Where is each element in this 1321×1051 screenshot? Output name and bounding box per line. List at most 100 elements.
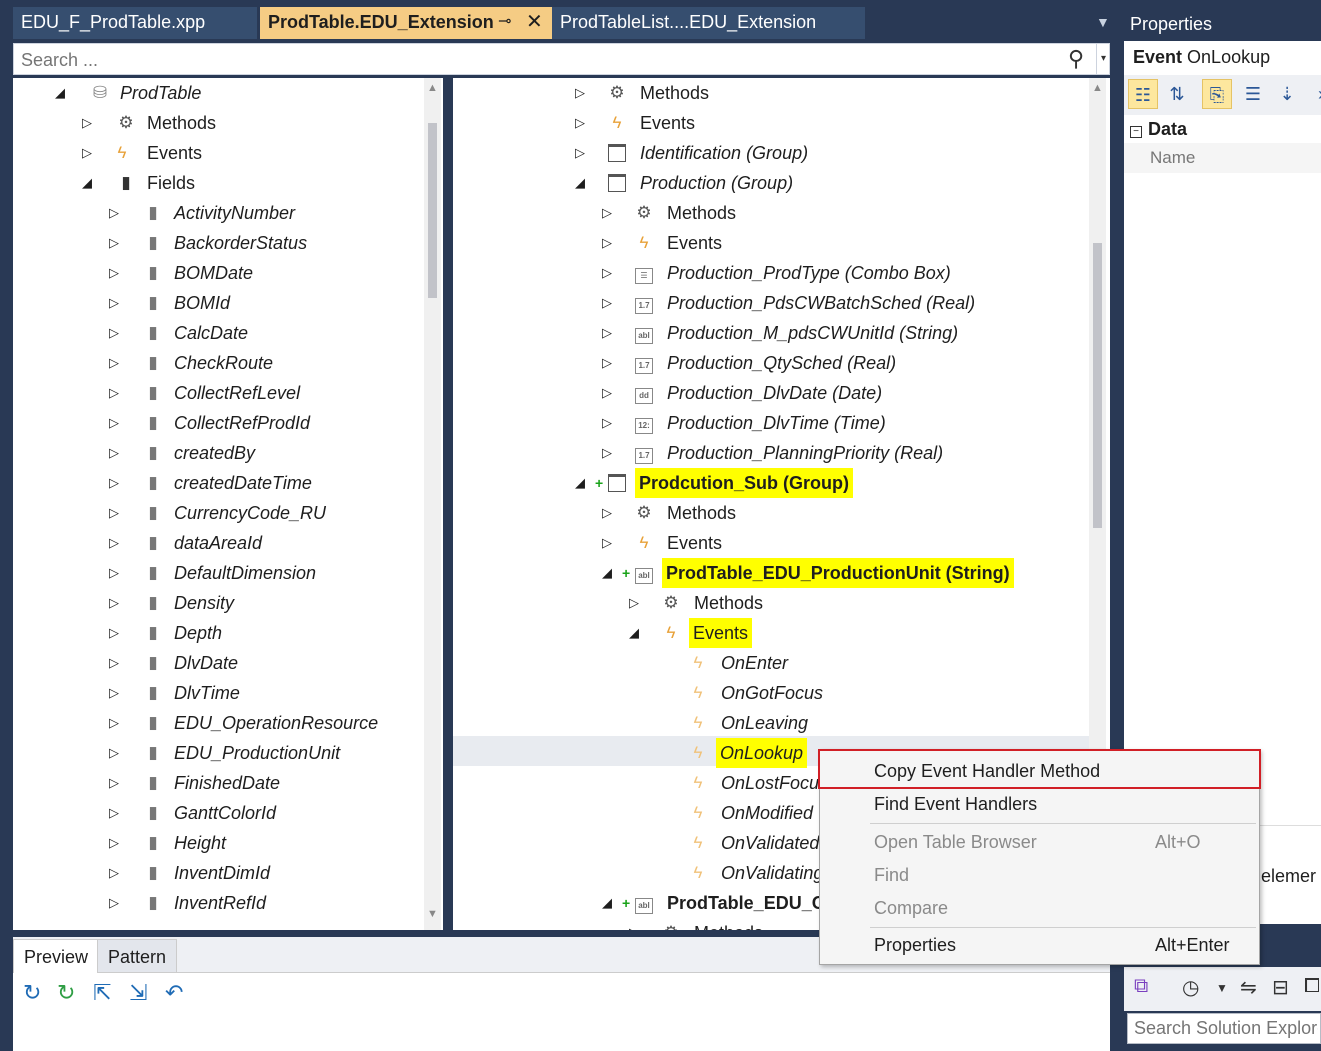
collapsed-arrow-icon[interactable]: ▷ xyxy=(107,438,121,468)
collapsed-arrow-icon[interactable]: ▷ xyxy=(600,498,614,528)
collapsed-arrow-icon[interactable]: ▷ xyxy=(107,708,121,738)
tab-pattern[interactable]: Pattern xyxy=(97,939,178,973)
sync-icon[interactable]: ⇋ xyxy=(1240,975,1257,1000)
collapsed-arrow-icon[interactable]: ▷ xyxy=(80,108,94,138)
property-pages-icon[interactable]: ⎘ xyxy=(1202,79,1232,109)
open-external-icon[interactable]: ⇱ xyxy=(93,980,111,1006)
expanded-arrow-icon[interactable]: ◢ xyxy=(573,468,587,498)
scrollbar-thumb[interactable] xyxy=(1093,243,1102,528)
collapsed-arrow-icon[interactable]: ▷ xyxy=(107,228,121,258)
collapsed-arrow-icon[interactable]: ▷ xyxy=(107,768,121,798)
collapsed-arrow-icon[interactable]: ▷ xyxy=(107,498,121,528)
collapsed-arrow-icon[interactable]: ▷ xyxy=(107,318,121,348)
collapsed-arrow-icon[interactable]: ▷ xyxy=(573,138,587,168)
collapsed-arrow-icon[interactable]: ▷ xyxy=(107,378,121,408)
collapsed-arrow-icon[interactable]: ▷ xyxy=(107,648,121,678)
tab-preview[interactable]: Preview xyxy=(13,939,100,973)
collapsed-arrow-icon[interactable]: ▷ xyxy=(600,228,614,258)
collapsed-arrow-icon[interactable]: ▷ xyxy=(80,138,94,168)
categorized-icon[interactable]: ☷ xyxy=(1128,79,1158,109)
scrollbar-thumb[interactable] xyxy=(428,123,437,298)
collapsed-arrow-icon[interactable]: ▷ xyxy=(627,918,641,930)
menu-item-properties[interactable]: Properties Alt+Enter xyxy=(820,929,1259,961)
tab-overflow-chevron-icon[interactable]: ▼ xyxy=(1096,14,1110,30)
bolt-icon: ϟ xyxy=(612,113,622,132)
collapse-icon[interactable]: − xyxy=(1130,126,1142,138)
collapsed-arrow-icon[interactable]: ▷ xyxy=(107,198,121,228)
collapsed-arrow-icon[interactable]: ▷ xyxy=(107,588,121,618)
collapse-all-icon[interactable]: ⊟ xyxy=(1272,975,1289,1000)
collapsed-arrow-icon[interactable]: ▷ xyxy=(573,108,587,138)
group-icon xyxy=(606,168,628,202)
collapsed-arrow-icon[interactable]: ▷ xyxy=(107,828,121,858)
collapsed-arrow-icon[interactable]: ▷ xyxy=(107,258,121,288)
collapsed-arrow-icon[interactable]: ▷ xyxy=(600,438,614,468)
scroll-up-icon[interactable]: ▲ xyxy=(424,82,441,94)
collapsed-arrow-icon[interactable]: ▷ xyxy=(107,738,121,768)
left-vertical-scrollbar[interactable]: ▲ ▼ xyxy=(424,78,441,930)
collapsed-arrow-icon[interactable]: ▷ xyxy=(600,198,614,228)
collapsed-arrow-icon[interactable]: ▷ xyxy=(107,798,121,828)
collapsed-arrow-icon[interactable]: ▷ xyxy=(107,678,121,708)
menu-item-label: Open Table Browser xyxy=(874,832,1037,852)
tree-node-label: dataAreaId xyxy=(174,533,263,553)
menu-item-shortcut: Alt+O xyxy=(1155,832,1201,852)
event-icon: ϟ xyxy=(693,713,703,732)
visual-studio-icon[interactable]: ⧉ xyxy=(1134,975,1148,998)
tree-node-label: Events xyxy=(667,233,723,253)
expanded-arrow-icon[interactable]: ◢ xyxy=(53,78,67,108)
collapsed-arrow-icon[interactable]: ▷ xyxy=(627,588,641,618)
collapsed-arrow-icon[interactable]: ▷ xyxy=(600,528,614,558)
sync-refresh-icon[interactable]: ↻ xyxy=(57,980,75,1006)
collapsed-arrow-icon[interactable]: ▷ xyxy=(107,888,121,918)
expanded-arrow-icon[interactable]: ◢ xyxy=(600,888,614,918)
search-icon[interactable]: ⚲ xyxy=(1068,46,1084,72)
tree-node-label: CalcDate xyxy=(174,323,249,343)
collapsed-arrow-icon[interactable]: ▷ xyxy=(107,288,121,318)
expanded-arrow-icon[interactable]: ◢ xyxy=(627,618,641,648)
scroll-down-icon[interactable]: ▼ xyxy=(424,908,441,920)
sort-icon[interactable]: ⇣ xyxy=(1272,79,1302,109)
tab-prodtablelist-edu-extension[interactable]: ProdTableList....EDU_Extension xyxy=(552,7,865,39)
collapsed-arrow-icon[interactable]: ▷ xyxy=(600,348,614,378)
alphabetical-sort-icon[interactable]: ⇅ xyxy=(1162,79,1192,109)
search-input[interactable] xyxy=(21,49,1061,71)
collapsed-arrow-icon[interactable]: ▷ xyxy=(107,348,121,378)
tab-prodtable-edu-extension[interactable]: ProdTable.EDU_Extension ⊸ ✕ xyxy=(260,7,552,39)
close-icon[interactable]: ✕ xyxy=(526,7,543,37)
tab-edu-f-prodtable-xpp[interactable]: EDU_F_ProdTable.xpp xyxy=(13,7,257,39)
collapsed-arrow-icon[interactable]: ▷ xyxy=(573,78,587,108)
collapsed-arrow-icon[interactable]: ▷ xyxy=(107,618,121,648)
menu-item-find-event-handlers[interactable]: Find Event Handlers xyxy=(820,788,1259,820)
export-icon[interactable]: ⇲ xyxy=(129,980,147,1006)
collapsed-arrow-icon[interactable]: ▷ xyxy=(107,468,121,498)
collapsed-arrow-icon[interactable]: ▷ xyxy=(107,558,121,588)
scroll-up-icon[interactable]: ▲ xyxy=(1089,82,1106,94)
expanded-arrow-icon[interactable]: ◢ xyxy=(600,558,614,588)
pane-splitter[interactable] xyxy=(443,78,453,930)
collapsed-arrow-icon[interactable]: ▷ xyxy=(600,408,614,438)
collapsed-arrow-icon[interactable]: ▷ xyxy=(600,318,614,348)
copy-icon[interactable]: ⧠ xyxy=(1304,975,1320,998)
collapsed-arrow-icon[interactable]: ▷ xyxy=(107,528,121,558)
collapsed-arrow-icon[interactable]: ▷ xyxy=(600,258,614,288)
more-icon[interactable]: › xyxy=(1306,79,1321,109)
collapsed-arrow-icon[interactable]: ▷ xyxy=(107,408,121,438)
expanded-arrow-icon[interactable]: ◢ xyxy=(80,168,94,198)
expanded-arrow-icon[interactable]: ◢ xyxy=(573,168,587,198)
undo-icon[interactable]: ↶ xyxy=(165,980,183,1006)
property-row-name[interactable]: Name xyxy=(1124,143,1321,173)
group-box xyxy=(608,474,626,492)
collapsed-arrow-icon[interactable]: ▷ xyxy=(600,288,614,318)
refresh-icon[interactable]: ↻ xyxy=(23,980,41,1006)
expand-all-icon[interactable]: ☰ xyxy=(1238,79,1268,109)
collapsed-arrow-icon[interactable]: ▷ xyxy=(600,378,614,408)
history-icon[interactable]: ◷ xyxy=(1182,975,1199,1000)
chevron-down-icon[interactable]: ▼ xyxy=(1216,981,1228,995)
collapsed-arrow-icon[interactable]: ▷ xyxy=(107,858,121,888)
search-options-dropdown[interactable]: ▾ xyxy=(1096,44,1110,74)
solution-search-input[interactable] xyxy=(1128,1014,1318,1042)
field-icon: ▮ xyxy=(148,653,158,672)
pin-icon[interactable]: ⊸ xyxy=(498,7,511,37)
property-category-data[interactable]: − Data xyxy=(1130,119,1187,140)
